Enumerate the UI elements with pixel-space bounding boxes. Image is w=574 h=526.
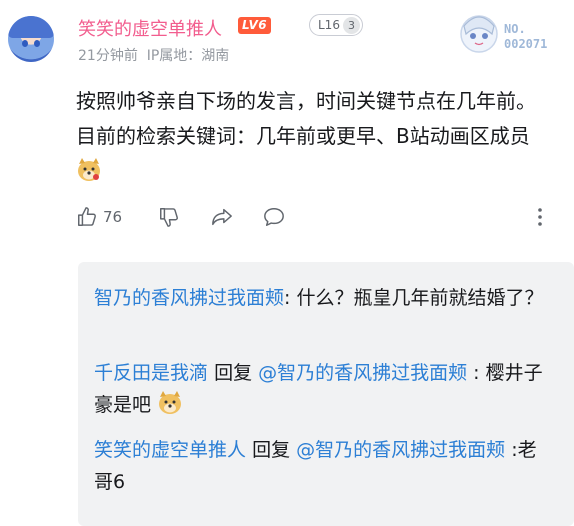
comment-body: 按照帅爷亲自下场的发言，时间关键节点在几年前。目前的检索关键词：几年前或更早、B… xyxy=(76,89,536,148)
thumb-down-icon xyxy=(160,208,178,227)
reply-mention[interactable]: @智乃的香风拂过我面颊 xyxy=(258,362,467,384)
doge-emoji-icon xyxy=(78,158,100,181)
like-count: 76 xyxy=(103,208,123,226)
share-icon xyxy=(212,208,232,226)
fan-badge-count: 3 xyxy=(343,17,360,34)
comment-text: 按照帅爷亲自下场的发言，时间关键节点在几年前。目前的检索关键词：几年前或更早、B… xyxy=(76,84,546,189)
reply-author[interactable]: 智乃的香风拂过我面颊 xyxy=(94,287,284,309)
avatar[interactable] xyxy=(8,16,54,62)
level-badge: LV6 xyxy=(238,17,272,34)
reply-mention[interactable]: @智乃的香风拂过我面颊 xyxy=(296,439,505,461)
reply-button[interactable] xyxy=(262,200,286,234)
reply-author[interactable]: 千反田是我滴 xyxy=(94,362,208,384)
garb-number: NO. 002071 xyxy=(504,22,548,51)
thumb-up-icon xyxy=(78,207,96,226)
like-button[interactable]: 76 xyxy=(76,200,122,234)
reply-item[interactable]: 千反田是我滴 回复 @智乃的香风拂过我面颊 : 樱井子豪是吧 xyxy=(94,357,554,421)
username[interactable]: 笑笑的虚空单推人 xyxy=(78,15,222,41)
comment-meta: 21分钟前 IP属地：湖南 xyxy=(78,45,229,65)
reply-item[interactable]: 智乃的香风拂过我面颊: 什么？瓶皇几年前就结婚了？ xyxy=(94,282,554,314)
more-icon xyxy=(538,208,542,226)
dislike-button[interactable] xyxy=(158,200,180,234)
reply-item[interactable]: 笑笑的虚空单推人 回复 @智乃的香风拂过我面颊 :老哥6 xyxy=(94,434,554,498)
garb-avatar-icon[interactable] xyxy=(456,8,502,56)
reply-text: 什么？瓶皇几年前就结婚了？ xyxy=(296,287,544,309)
fan-badge-level: L16 xyxy=(318,18,340,32)
comment-time: 21分钟前 xyxy=(78,48,138,64)
more-button[interactable] xyxy=(534,200,546,234)
comment-icon xyxy=(264,208,284,226)
ip-location: IP属地：湖南 xyxy=(146,48,230,64)
share-button[interactable] xyxy=(210,200,234,234)
reply-word: 回复 xyxy=(214,362,253,384)
reply-author[interactable]: 笑笑的虚空单推人 xyxy=(94,439,246,461)
fan-badge[interactable]: L16 3 xyxy=(309,14,363,36)
doge-emoji-icon xyxy=(159,391,182,414)
reply-word: 回复 xyxy=(252,439,291,461)
